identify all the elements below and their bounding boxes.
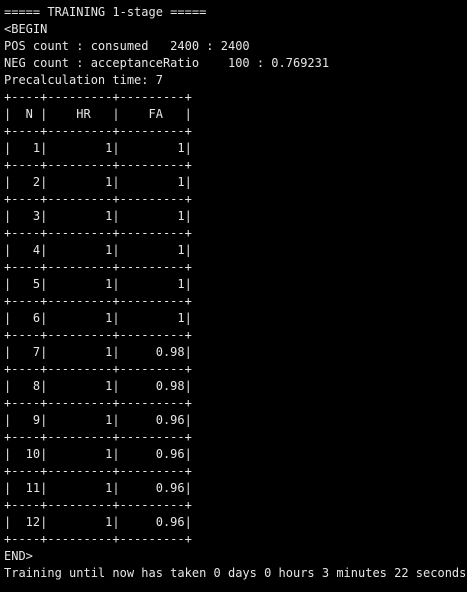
terminal-line: +----+---------+---------+	[4, 260, 192, 274]
terminal-line: +----+---------+---------+	[4, 362, 192, 376]
terminal-line: | 7| 1| 0.98|	[4, 345, 192, 359]
terminal-line: | 3| 1| 1|	[4, 209, 192, 223]
terminal-line: | 6| 1| 1|	[4, 311, 192, 325]
terminal-line: Training until now has taken 0 days 0 ho…	[4, 566, 467, 580]
terminal-line: +----+---------+---------+	[4, 90, 192, 104]
terminal-line: +----+---------+---------+	[4, 294, 192, 308]
terminal-window[interactable]: ===== TRAINING 1-stage ===== <BEGIN POS co…	[0, 0, 467, 592]
terminal-line: | 9| 1| 0.96|	[4, 413, 192, 427]
terminal-line: | 1| 1| 1|	[4, 141, 192, 155]
terminal-line: +----+---------+---------+	[4, 498, 192, 512]
terminal-line: END>	[4, 549, 33, 563]
terminal-line: +----+---------+---------+	[4, 396, 192, 410]
terminal-line: | 5| 1| 1|	[4, 277, 192, 291]
terminal-line: +----+---------+---------+	[4, 430, 192, 444]
terminal-line: | 2| 1| 1|	[4, 175, 192, 189]
terminal-line: +----+---------+---------+	[4, 124, 192, 138]
terminal-line: <BEGIN	[4, 22, 48, 36]
terminal-line: +----+---------+---------+	[4, 532, 192, 546]
terminal-output: ===== TRAINING 1-stage ===== <BEGIN POS co…	[4, 4, 467, 582]
terminal-line: NEG count : acceptanceRatio 100 : 0.7692…	[4, 56, 330, 70]
terminal-line: +----+---------+---------+	[4, 226, 192, 240]
terminal-line: +----+---------+---------+	[4, 464, 192, 478]
terminal-line: POS count : consumed 2400 : 2400	[4, 39, 250, 53]
terminal-line: | 4| 1| 1|	[4, 243, 192, 257]
terminal-line: | 12| 1| 0.96|	[4, 515, 192, 529]
terminal-line: +----+---------+---------+	[4, 192, 192, 206]
terminal-line: +----+---------+---------+	[4, 158, 192, 172]
terminal-line: +----+---------+---------+	[4, 328, 192, 342]
terminal-line: ===== TRAINING 1-stage =====	[4, 5, 207, 19]
terminal-line: | 11| 1| 0.96|	[4, 481, 192, 495]
terminal-line: Precalculation time: 7	[4, 73, 163, 87]
terminal-line: | N | HR | FA |	[4, 107, 192, 121]
terminal-line: | 8| 1| 0.98|	[4, 379, 192, 393]
terminal-line: | 10| 1| 0.96|	[4, 447, 192, 461]
